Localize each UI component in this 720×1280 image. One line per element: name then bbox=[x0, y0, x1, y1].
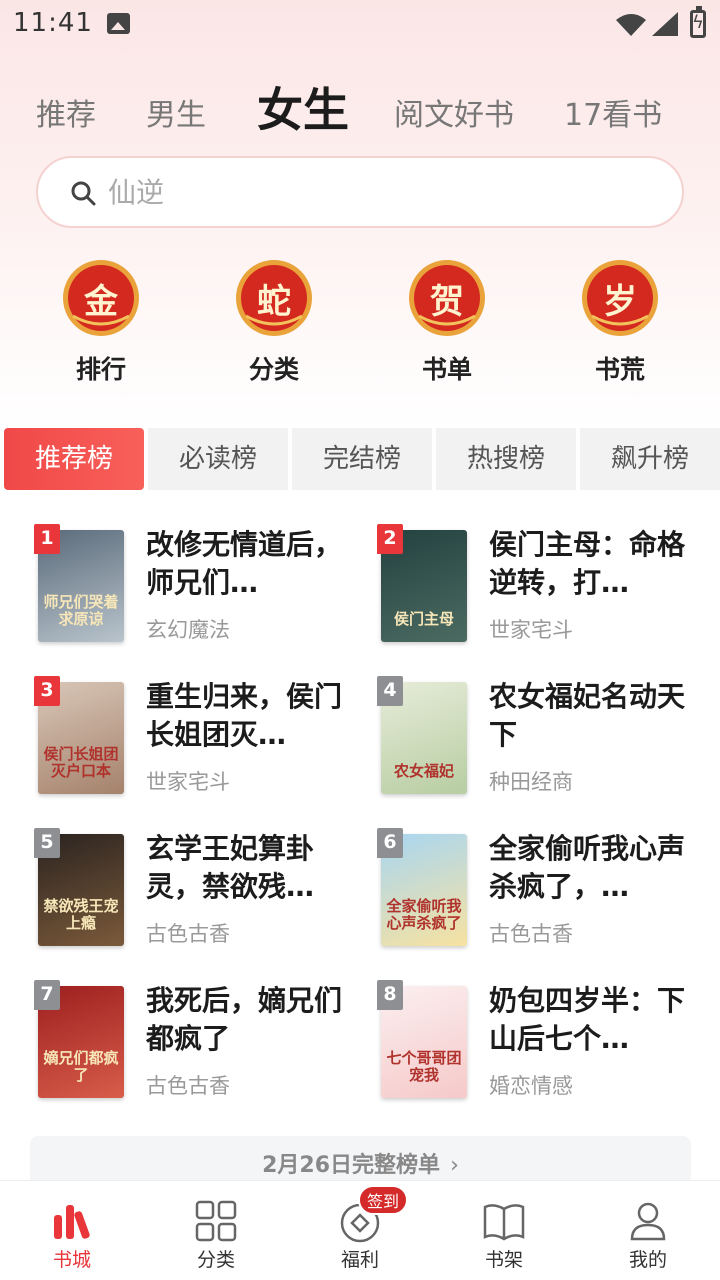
celebrate-seal-icon: 贺 bbox=[407, 258, 487, 338]
rank-badge: 8 bbox=[377, 980, 403, 1010]
image-notification-icon bbox=[107, 13, 130, 34]
book-item[interactable]: 七个哥哥团宠我 8 奶包四岁半：下山后七个… 婚恋情感 bbox=[377, 980, 717, 1110]
book-title[interactable]: 改修无情道后，师兄们… bbox=[146, 526, 360, 602]
rank-tab-recommended[interactable]: 推荐榜 bbox=[4, 428, 144, 490]
book-title[interactable]: 重生归来，侯门长姐团灭… bbox=[146, 678, 360, 754]
rank-badge: 5 bbox=[34, 828, 60, 858]
rank-tab-hot-search[interactable]: 热搜榜 bbox=[436, 428, 576, 490]
book-item[interactable]: 禁欲残王宠上瘾 5 玄学王妃算卦灵，禁欲残… 古色古香 bbox=[34, 828, 374, 958]
full-ranking-label: 2月26日完整榜单 bbox=[262, 1153, 441, 1178]
book-title[interactable]: 我死后，嫡兄们都疯了 bbox=[146, 982, 360, 1058]
nav-label: 分类 bbox=[196, 1249, 235, 1271]
cover-title-text: 七个哥哥团宠我 bbox=[386, 1049, 462, 1084]
cover-title-text: 侯门长姐团灭户口本 bbox=[43, 745, 119, 780]
nav-welfare[interactable]: 签到 福利 bbox=[288, 1181, 432, 1280]
book-genre: 世家宅斗 bbox=[489, 618, 573, 642]
nav-label: 书城 bbox=[52, 1249, 91, 1271]
rank-badge: 3 bbox=[34, 676, 60, 706]
book-title[interactable]: 侯门主母：命格逆转，打… bbox=[489, 526, 703, 602]
quick-entry-ranking[interactable]: 金 排行 bbox=[46, 258, 156, 398]
book-title[interactable]: 农女福妃名动天下 bbox=[489, 678, 703, 754]
quick-entry-book-shortage[interactable]: 岁 书荒 bbox=[565, 258, 675, 398]
cover-title-text: 禁欲残王宠上瘾 bbox=[43, 897, 119, 932]
cover-title-text: 农女福妃 bbox=[393, 762, 454, 780]
bookshelf-icon bbox=[483, 1204, 525, 1241]
cover-title-text: 侯门主母 bbox=[393, 610, 454, 628]
rank-tab-completed[interactable]: 完结榜 bbox=[292, 428, 432, 490]
book-genre: 古色古香 bbox=[146, 922, 230, 946]
cover-title-text: 嫡兄们都疯了 bbox=[43, 1049, 119, 1084]
signal-icon bbox=[652, 12, 678, 36]
cover-title-text: 全家偷听我心声杀疯了 bbox=[386, 897, 462, 932]
quick-entry-booklist[interactable]: 贺 书单 bbox=[392, 258, 502, 398]
quick-entry-category[interactable]: 蛇 分类 bbox=[219, 258, 329, 398]
book-genre: 婚恋情感 bbox=[489, 1074, 573, 1098]
category-grid-icon bbox=[195, 1200, 237, 1242]
wifi-icon bbox=[616, 14, 646, 36]
quick-entry-label: 书荒 bbox=[594, 355, 645, 384]
status-bar: 11:41 bbox=[0, 0, 720, 50]
rank-badge: 1 bbox=[34, 524, 60, 554]
rank-badge: 7 bbox=[34, 980, 60, 1010]
book-title[interactable]: 全家偷听我心声杀疯了，… bbox=[489, 830, 703, 906]
status-time: 11:41 bbox=[13, 8, 93, 38]
nav-bookstore[interactable]: 书城 bbox=[0, 1181, 144, 1280]
book-title[interactable]: 玄学王妃算卦灵，禁欲残… bbox=[146, 830, 360, 906]
book-item[interactable]: 农女福妃 4 农女福妃名动天下种田经商 bbox=[377, 676, 717, 806]
battery-icon bbox=[690, 6, 706, 38]
book-item[interactable]: 师兄们哭着求原谅 1 改修无情道后，师兄们… 玄幻魔法 bbox=[34, 524, 374, 654]
rank-tabs: 推荐榜 必读榜 完结榜 热搜榜 飙升榜 bbox=[0, 428, 720, 490]
rank-tab-must-read[interactable]: 必读榜 bbox=[148, 428, 288, 490]
search-icon bbox=[71, 181, 96, 206]
tab-recommend[interactable]: 推荐 bbox=[36, 90, 96, 134]
quick-entry-label: 书单 bbox=[421, 355, 472, 384]
book-item[interactable]: 侯门主母 2 侯门主母：命格逆转，打… 世家宅斗 bbox=[377, 524, 717, 654]
book-item[interactable]: 嫡兄们都疯了 7 我死后，嫡兄们都疯了古色古香 bbox=[34, 980, 374, 1110]
nav-label: 福利 bbox=[340, 1249, 379, 1271]
snake-seal-icon: 蛇 bbox=[234, 258, 314, 338]
nav-label: 我的 bbox=[628, 1249, 667, 1271]
tab-male[interactable]: 男生 bbox=[146, 90, 206, 134]
bottom-navigation: 书城 分类 签到 福利 书架 我的 bbox=[0, 1180, 720, 1280]
rank-badge: 2 bbox=[377, 524, 403, 554]
search-bar[interactable] bbox=[36, 156, 684, 228]
cover-title-text: 师兄们哭着求原谅 bbox=[43, 593, 119, 628]
rank-badge: 4 bbox=[377, 676, 403, 706]
year-seal-icon: 岁 bbox=[580, 258, 660, 338]
gold-seal-icon: 金 bbox=[61, 258, 141, 338]
nav-category[interactable]: 分类 bbox=[144, 1181, 288, 1280]
book-title[interactable]: 奶包四岁半：下山后七个… bbox=[489, 982, 703, 1058]
book-genre: 古色古香 bbox=[489, 922, 573, 946]
quick-entry-label: 分类 bbox=[248, 355, 299, 384]
rank-badge: 6 bbox=[377, 828, 403, 858]
sign-in-badge: 签到 bbox=[358, 1185, 409, 1215]
tab-17kanshu[interactable]: 17看书 bbox=[564, 90, 662, 134]
nav-bookshelf[interactable]: 书架 bbox=[432, 1181, 576, 1280]
tab-female[interactable]: 女生 bbox=[257, 74, 349, 140]
full-ranking-link[interactable]: 2月26日完整榜单 › bbox=[30, 1136, 691, 1186]
quick-entry-label: 排行 bbox=[75, 355, 126, 384]
top-category-tabs: 推荐 男生 女生 阅文好书 17看书 bbox=[0, 70, 720, 140]
search-input[interactable] bbox=[108, 168, 648, 216]
profile-icon bbox=[630, 1202, 666, 1241]
book-genre: 古色古香 bbox=[146, 1074, 230, 1098]
book-genre: 玄幻魔法 bbox=[146, 618, 230, 642]
tab-yuewen-good-books[interactable]: 阅文好书 bbox=[394, 90, 514, 134]
rank-tab-rising[interactable]: 飙升榜 bbox=[580, 428, 720, 490]
book-item[interactable]: 全家偷听我心声杀疯了 6 全家偷听我心声杀疯了，… 古色古香 bbox=[377, 828, 717, 958]
book-item[interactable]: 侯门长姐团灭户口本 3 重生归来，侯门长姐团灭… 世家宅斗 bbox=[34, 676, 374, 806]
bookstore-icon bbox=[54, 1205, 90, 1239]
book-genre: 世家宅斗 bbox=[146, 770, 230, 794]
nav-profile[interactable]: 我的 bbox=[576, 1181, 720, 1280]
book-genre: 种田经商 bbox=[489, 770, 573, 794]
nav-label: 书架 bbox=[484, 1249, 523, 1271]
